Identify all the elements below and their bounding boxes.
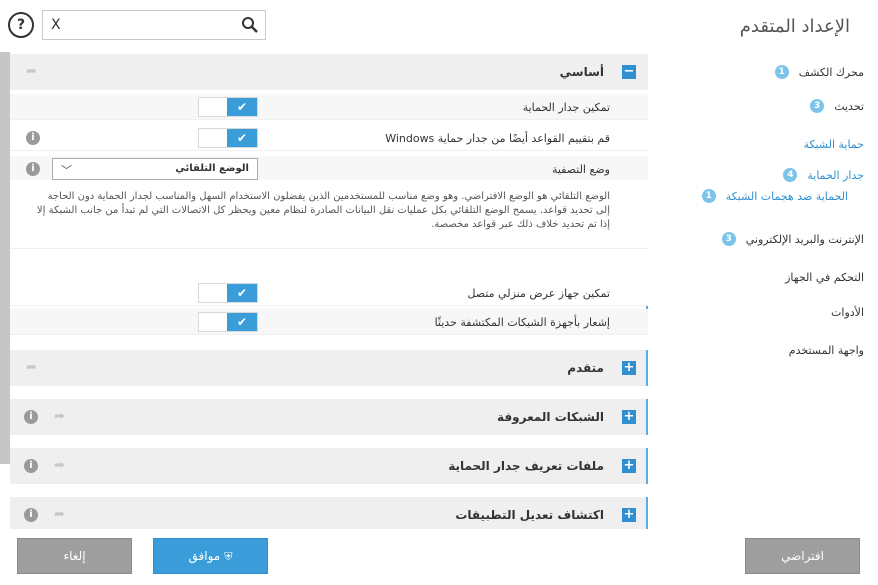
section-label: الشبكات المعروفة xyxy=(497,410,604,424)
sidebar-title: الإعداد المتقدم xyxy=(739,16,850,37)
expand-icon[interactable]: + xyxy=(622,459,636,473)
sidebar-item-label: الحماية ضد هجمات الشبكة xyxy=(725,189,848,203)
sidebar-item-label: حماية الشبكة xyxy=(803,137,864,151)
shield-icon: ⛨ xyxy=(224,550,233,563)
setting-label: تمكين جدار الحماية xyxy=(522,101,610,114)
info-icon[interactable]: i xyxy=(26,162,40,176)
sidebar-subitem-network-attack-protection[interactable]: الحماية ضد هجمات الشبكة 1 xyxy=(701,189,848,203)
section-basic[interactable]: − أساسي ➦ xyxy=(10,54,648,90)
setting-row-notify-devices: إشعار بأجهزة الشبكات المكتشفة حديثًا ✔ xyxy=(10,309,648,335)
selected-value: الوضع التلقائي xyxy=(175,163,249,174)
search-input[interactable]: X xyxy=(42,10,266,40)
section-label: اكتشاف تعديل التطبيقات xyxy=(455,508,604,522)
setting-label: وضع التصفية xyxy=(551,163,610,176)
sidebar-item-label: التحكم في الجهاز xyxy=(785,270,864,284)
scrollbar-thumb[interactable] xyxy=(0,52,10,464)
section-firewall-profiles[interactable]: + ملفات تعريف جدار الحماية i ➦ xyxy=(10,448,648,484)
ok-button[interactable]: موافق ⛨ xyxy=(153,538,268,574)
enable-firewall-toggle[interactable]: ✔ xyxy=(198,97,258,117)
info-icon[interactable]: i xyxy=(24,459,38,473)
check-icon: ✔ xyxy=(227,98,257,116)
section-label: أساسي xyxy=(559,65,604,79)
revert-icon[interactable]: ➦ xyxy=(54,508,68,521)
sidebar-item-label: جدار الحماية xyxy=(807,168,864,182)
cancel-button[interactable]: إلغاء xyxy=(17,538,132,574)
section-label: متقدم xyxy=(567,361,604,375)
sidebar-item-tools[interactable]: الأدوات xyxy=(646,297,868,327)
sidebar-item-label: تحديث xyxy=(834,99,864,113)
revert-icon[interactable]: ➦ xyxy=(26,361,40,374)
revert-icon[interactable]: ➦ xyxy=(26,65,40,78)
count-badge: 3 xyxy=(721,232,736,246)
count-badge: 1 xyxy=(774,65,789,79)
revert-icon[interactable]: ➦ xyxy=(54,410,68,423)
sidebar-item-network-protection[interactable]: حماية الشبكة xyxy=(646,129,868,159)
filtering-mode-select[interactable]: الوضع التلقائي ﹀ xyxy=(52,158,258,180)
clear-search-icon[interactable]: X xyxy=(51,17,61,33)
expand-icon[interactable]: + xyxy=(622,410,636,424)
ok-button-label: موافق xyxy=(188,549,221,563)
section-label: ملفات تعريف جدار الحماية xyxy=(448,459,604,473)
divider xyxy=(10,248,648,280)
sidebar-item-detection-engine[interactable]: محرك الكشف 1 xyxy=(646,57,868,87)
sidebar-item-update[interactable]: تحديث 3 xyxy=(646,91,868,121)
default-button[interactable]: افتراضي xyxy=(745,538,860,574)
sidebar-item-label: واجهة المستخدم xyxy=(788,343,864,357)
check-icon: ✔ xyxy=(227,313,257,331)
sidebar-item-device-control[interactable]: التحكم في الجهاز xyxy=(646,262,868,292)
sidebar-item-label: محرك الكشف xyxy=(798,65,864,79)
section-known-networks[interactable]: + الشبكات المعروفة i ➦ xyxy=(10,399,648,435)
sidebar-item-web-email[interactable]: الإنترنت والبريد الإلكتروني 3 xyxy=(646,224,868,254)
sidebar-item-label: الإنترنت والبريد الإلكتروني xyxy=(745,232,864,246)
revert-icon[interactable]: ➦ xyxy=(54,459,68,472)
setting-row-windows-rules: قم بتقييم القواعد أيضًا من جدار حماية Wi… xyxy=(10,125,648,151)
sidebar-item-label: الأدوات xyxy=(831,305,864,319)
chevron-down-icon: ﹀ xyxy=(61,164,72,177)
count-badge: 4 xyxy=(783,168,798,182)
sidebar: الإعداد المتقدم محرك الكشف 1 تحديث 3 حما… xyxy=(646,0,878,585)
count-badge: 1 xyxy=(701,189,716,203)
sidebar-item-firewall[interactable]: جدار الحماية 4 xyxy=(646,160,868,190)
count-badge: 3 xyxy=(810,99,825,113)
notify-devices-toggle[interactable]: ✔ xyxy=(198,312,258,332)
setting-label: قم بتقييم القواعد أيضًا من جدار حماية Wi… xyxy=(385,132,610,145)
sidebar-item-user-interface[interactable]: واجهة المستخدم xyxy=(646,335,868,365)
info-icon[interactable]: i xyxy=(26,131,40,145)
setting-label: تمكين جهاز عرض منزلي متصل xyxy=(467,287,610,300)
expand-icon[interactable]: + xyxy=(622,361,636,375)
setting-row-home-media: تمكين جهاز عرض منزلي متصل ✔ xyxy=(10,280,648,306)
info-icon[interactable]: i xyxy=(24,508,38,522)
search-icon[interactable] xyxy=(241,16,259,34)
setting-row-filtering-mode: وضع التصفية الوضع التلقائي ﹀ i xyxy=(10,156,648,182)
check-icon: ✔ xyxy=(227,284,257,302)
expand-icon[interactable]: + xyxy=(622,508,636,522)
collapse-icon[interactable]: − xyxy=(622,65,636,79)
section-advanced[interactable]: + متقدم ➦ xyxy=(10,350,648,386)
help-button[interactable]: ? xyxy=(8,12,34,38)
check-icon: ✔ xyxy=(227,129,257,147)
windows-rules-toggle[interactable]: ✔ xyxy=(198,128,258,148)
info-icon[interactable]: i xyxy=(24,410,38,424)
section-app-modification[interactable]: + اكتشاف تعديل التطبيقات i ➦ xyxy=(10,497,648,529)
home-media-toggle[interactable]: ✔ xyxy=(198,283,258,303)
filtering-mode-description: الوضع التلقائي هو الوضع الافتراضي. وهو و… xyxy=(10,180,648,248)
setting-label: إشعار بأجهزة الشبكات المكتشفة حديثًا xyxy=(434,316,610,329)
setting-row-enable-firewall: تمكين جدار الحماية ✔ xyxy=(10,94,648,120)
